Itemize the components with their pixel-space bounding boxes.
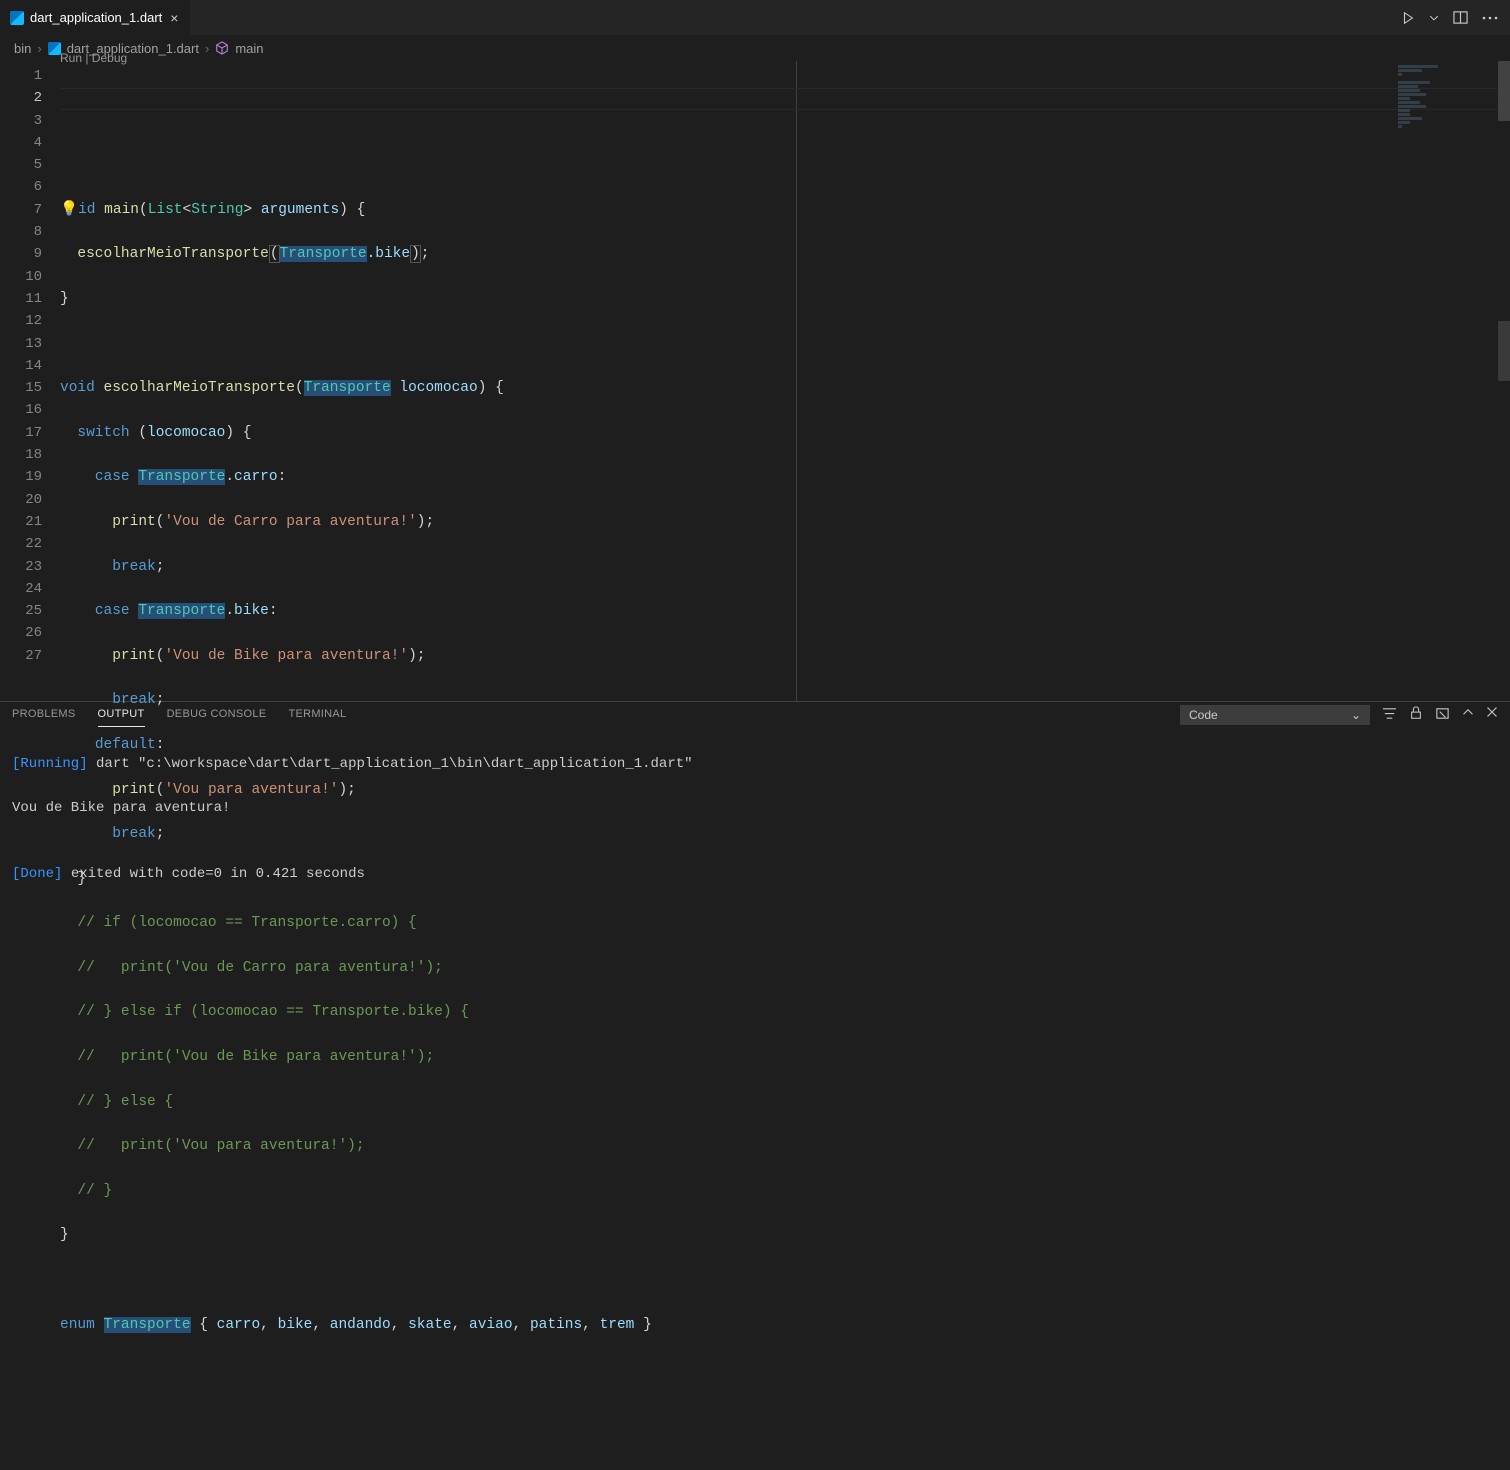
more-icon[interactable] — [1482, 16, 1498, 20]
breadcrumb-item[interactable]: bin — [14, 41, 31, 56]
run-icon[interactable] — [1401, 11, 1415, 25]
codelens-run-debug[interactable]: Run | Debug — [60, 47, 127, 69]
scrollbar-thumb[interactable] — [1498, 61, 1510, 121]
close-icon[interactable]: × — [168, 8, 180, 28]
breadcrumb[interactable]: bin › dart_application_1.dart › main — [0, 35, 1510, 61]
line-gutter: 1 2 3 4 5 6 7 8 9 10 11 12 13 14 15 16 1… — [0, 61, 60, 701]
method-icon — [215, 41, 229, 55]
split-editor-icon[interactable] — [1453, 10, 1468, 25]
editor[interactable]: 1 2 3 4 5 6 7 8 9 10 11 12 13 14 15 16 1… — [0, 61, 1510, 701]
lightbulb-icon[interactable]: 💡 — [60, 202, 78, 218]
chevron-right-icon: › — [37, 41, 41, 56]
chevron-right-icon: › — [205, 41, 209, 56]
tab-title: dart_application_1.dart — [30, 10, 162, 25]
breadcrumb-item[interactable]: main — [235, 41, 263, 56]
scrollbar-thumb[interactable] — [1498, 321, 1510, 381]
minimap[interactable] — [1398, 65, 1498, 265]
chevron-down-icon[interactable] — [1429, 13, 1439, 23]
file-tab[interactable]: dart_application_1.dart × — [0, 0, 191, 35]
dart-file-icon — [48, 42, 61, 55]
dart-file-icon — [10, 11, 24, 25]
scrollbar[interactable] — [1498, 61, 1510, 701]
current-line-highlight — [60, 88, 1510, 110]
tab-bar: dart_application_1.dart × — [0, 0, 1510, 35]
code-content[interactable]: Run | Debug 💡id main(List<String> argume… — [60, 61, 1510, 701]
